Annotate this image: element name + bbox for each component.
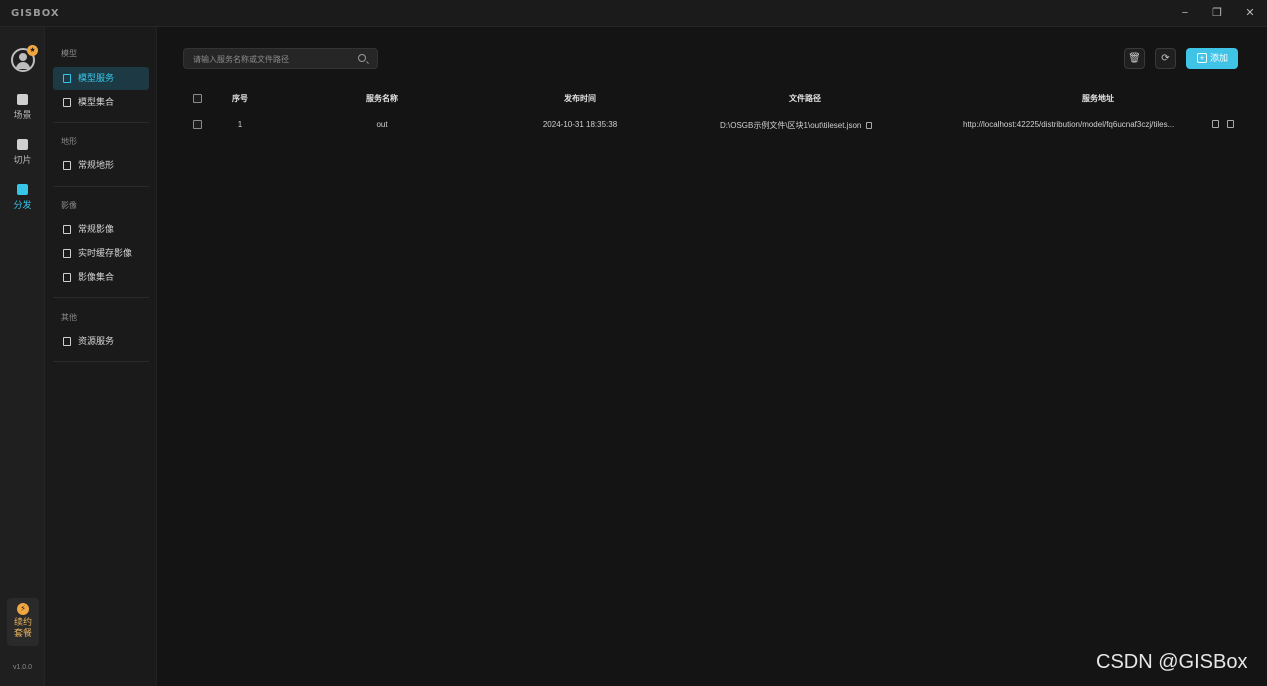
cache-imagery-icon — [63, 249, 71, 258]
select-all-checkbox[interactable] — [193, 94, 202, 103]
title-bar: GISBOX − ❐ ✕ — [0, 0, 1267, 27]
rail-item-label: 分发 — [13, 200, 32, 210]
search-box — [183, 48, 378, 69]
group-title-terrain: 地形 — [61, 137, 77, 146]
avatar-badge-icon: ★ — [27, 45, 38, 56]
refresh-icon: ⟳ — [1161, 53, 1170, 64]
divider — [53, 186, 149, 187]
renew-label-2: 套餐 — [13, 628, 32, 638]
divider — [53, 297, 149, 298]
search-icon[interactable] — [358, 54, 366, 62]
watermark: CSDN @GISBox — [1096, 651, 1248, 673]
nav-item-label: 模型集合 — [78, 97, 115, 107]
renew-label-1: 续约 — [13, 617, 32, 627]
version-label: v1.0.0 — [12, 664, 33, 671]
delete-button[interactable]: 🗑 — [1124, 48, 1145, 69]
rail-item-distribute[interactable]: 分发 — [0, 184, 45, 211]
terrain-icon — [63, 161, 71, 170]
cell-index: 1 — [237, 120, 243, 129]
col-header-path: 文件路径 — [789, 94, 821, 103]
maximize-button[interactable]: ❐ — [1206, 4, 1228, 22]
search-input[interactable] — [193, 52, 353, 66]
rail-item-label: 切片 — [13, 155, 32, 165]
row-checkbox[interactable] — [193, 120, 202, 129]
rail-item-label: 场景 — [13, 110, 32, 120]
col-header-time: 发布时间 — [564, 94, 596, 103]
resource-service-icon — [63, 337, 71, 346]
trash-icon: 🗑 — [1128, 53, 1141, 64]
nav-item-label: 资源服务 — [78, 336, 115, 346]
nav-item-label: 模型服务 — [78, 73, 115, 83]
imagery-collection-icon — [63, 273, 71, 282]
sub-nav: 模型 模型服务 模型集合 地形 常规地形 影像 常规影像 实时缓存影像 影像集合… — [45, 27, 157, 686]
group-title-other: 其他 — [61, 313, 77, 322]
refresh-button[interactable]: ⟳ — [1155, 48, 1176, 69]
lightning-icon: ⚡ — [17, 603, 29, 615]
group-title-model: 模型 — [61, 49, 77, 58]
nav-item-cache-imagery[interactable]: 实时缓存影像 — [53, 242, 149, 265]
nav-item-imagery[interactable]: 常规影像 — [53, 218, 149, 241]
nav-item-label: 实时缓存影像 — [78, 248, 133, 258]
add-button[interactable]: + 添加 — [1186, 48, 1238, 69]
model-collection-icon — [63, 98, 71, 107]
home-icon — [17, 94, 28, 105]
nav-item-label: 常规地形 — [78, 160, 115, 170]
divider — [53, 122, 149, 123]
nav-item-terrain[interactable]: 常规地形 — [53, 154, 149, 177]
nav-item-imagery-collection[interactable]: 影像集合 — [53, 266, 149, 289]
nav-item-label: 常规影像 — [78, 224, 115, 234]
cell-time: 2024-10-31 18:35:38 — [542, 120, 618, 129]
app-logo: GISBOX — [11, 8, 60, 19]
cell-path: D:\OSGB示例文件\区块1\out\tileset.json — [720, 120, 873, 131]
nav-item-model-service[interactable]: 模型服务 — [53, 67, 149, 90]
model-service-icon — [63, 74, 71, 83]
nav-item-model-collection[interactable]: 模型集合 — [53, 91, 149, 114]
group-title-imagery: 影像 — [61, 201, 77, 210]
col-header-url: 服务地址 — [1082, 94, 1114, 103]
rail-item-slice[interactable]: 切片 — [0, 139, 45, 166]
nav-item-label: 影像集合 — [78, 272, 115, 282]
add-button-label: 添加 — [1210, 53, 1229, 63]
qrcode-icon[interactable] — [1227, 120, 1234, 128]
renew-plan-button[interactable]: ⚡ 续约 套餐 — [7, 598, 39, 646]
cell-path-text: D:\OSGB示例文件\区块1\out\tileset.json — [720, 121, 862, 130]
nav-item-resource-service[interactable]: 资源服务 — [53, 330, 149, 353]
plus-icon: + — [1197, 53, 1207, 63]
close-button[interactable]: ✕ — [1239, 4, 1261, 22]
slice-icon — [17, 139, 28, 150]
icon-rail: ★ 场景 切片 分发 ⚡ 续约 套餐 v1.0.0 — [0, 27, 45, 686]
cell-name: out — [376, 120, 388, 129]
minimize-button[interactable]: − — [1174, 4, 1196, 22]
copy-icon[interactable] — [1212, 120, 1219, 128]
imagery-icon — [63, 225, 71, 234]
col-header-index: 序号 — [232, 94, 248, 103]
rail-item-scene[interactable]: 场景 — [0, 94, 45, 121]
cell-url: http://localhost:42225/distribution/mode… — [963, 120, 1175, 129]
col-header-name: 服务名称 — [366, 94, 398, 103]
distribute-icon — [17, 184, 28, 195]
divider — [53, 361, 149, 362]
open-file-icon[interactable] — [866, 122, 873, 130]
